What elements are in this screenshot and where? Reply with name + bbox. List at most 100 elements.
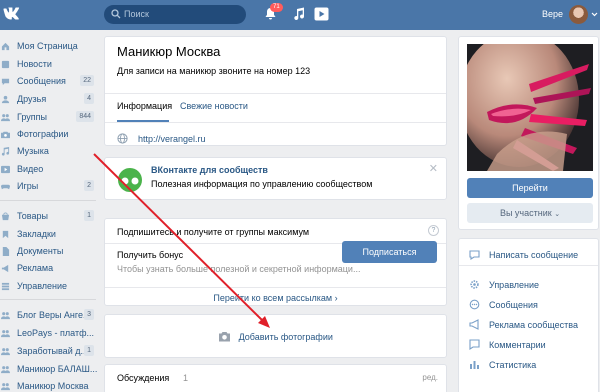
document-icon bbox=[2, 247, 10, 256]
sidebar-item[interactable]: Блог Веры Анге... 3 bbox=[0, 307, 98, 324]
add-photos-label: Добавить фотографии bbox=[238, 332, 333, 342]
user-name[interactable]: Вере bbox=[542, 9, 563, 19]
divider bbox=[105, 287, 446, 288]
sidebar-item-count: 3 bbox=[84, 309, 94, 320]
video-play-icon[interactable] bbox=[314, 7, 329, 21]
notifications-badge: 71 bbox=[270, 3, 283, 12]
discussions-count: 1 bbox=[183, 373, 189, 383]
menu-item[interactable]: Сообщения bbox=[469, 297, 599, 315]
help-icon[interactable]: ? bbox=[428, 225, 439, 236]
add-photos-button[interactable]: Добавить фотографии bbox=[105, 331, 446, 342]
sidebar-item[interactable]: Группы 844 bbox=[0, 109, 98, 126]
search-input[interactable]: Поиск bbox=[104, 5, 246, 24]
ads-icon bbox=[1, 264, 9, 273]
menu-item[interactable]: Реклама сообщества bbox=[469, 317, 599, 335]
subscribe-heading: Подпишитесь и получите от группы максиму… bbox=[117, 227, 310, 237]
chevron-right-icon: › bbox=[334, 293, 338, 303]
sidebar-item-count: 2 bbox=[84, 180, 94, 191]
promo-title[interactable]: ВКонтакте для сообществ bbox=[151, 165, 268, 175]
group-icon bbox=[1, 366, 10, 374]
sidebar-item-label: Группы bbox=[17, 112, 47, 122]
discussions-card: Обсуждения 1 ред. bbox=[104, 364, 447, 392]
tab-info[interactable]: Информация bbox=[117, 101, 172, 111]
all-mailings-link[interactable]: Перейти ко всем рассылкам › bbox=[105, 293, 446, 303]
sidebar-item-count: 1 bbox=[84, 210, 94, 221]
website-link[interactable]: http://verangel.ru bbox=[138, 134, 206, 144]
menu-item-label: Управление bbox=[489, 280, 540, 290]
sidebar-item-count: 22 bbox=[80, 75, 94, 86]
group-cover-image[interactable] bbox=[467, 44, 593, 171]
promo-text: Полезная информация по управлению сообще… bbox=[151, 179, 373, 189]
sidebar-item-label: Игры bbox=[17, 181, 39, 191]
menu-item[interactable]: Комментарии bbox=[469, 337, 599, 355]
all-mailings-label: Перейти ко всем рассылкам bbox=[213, 293, 333, 303]
divider bbox=[105, 93, 446, 94]
go-button[interactable]: Перейти bbox=[467, 178, 593, 198]
bonus-text: Чтобы узнать больше полезной и секретной… bbox=[117, 264, 361, 274]
subscribe-button[interactable]: Подписаться bbox=[342, 241, 437, 263]
globe-icon bbox=[117, 133, 128, 144]
megaphone-icon bbox=[469, 319, 479, 330]
video-icon bbox=[1, 165, 10, 174]
group-actions-card: Написать сообщение Управление Сообщения Рек… bbox=[458, 238, 599, 392]
sidebar-item[interactable]: LeoPays - платф... bbox=[0, 325, 98, 342]
sidebar-item-label: Маникюр БАЛАШ... bbox=[17, 364, 98, 374]
sidebar-item[interactable]: Фотографии bbox=[0, 126, 98, 143]
sidebar-item-label: Сообщения bbox=[17, 76, 66, 86]
search-icon bbox=[111, 9, 121, 19]
sidebar-item-label: LeoPays - платф... bbox=[17, 328, 94, 338]
discussions-title[interactable]: Обсуждения bbox=[117, 373, 169, 383]
sidebar-item[interactable]: Документы bbox=[0, 243, 98, 260]
chevron-down-icon[interactable] bbox=[591, 12, 598, 17]
sidebar-item[interactable]: Маникюр Москва bbox=[0, 378, 98, 392]
music-note-icon[interactable] bbox=[293, 7, 305, 21]
menu-item[interactable]: Управление bbox=[469, 277, 599, 295]
sidebar-item[interactable]: Игры 2 bbox=[0, 178, 98, 195]
sidebar-item-label: Фотографии bbox=[17, 129, 69, 139]
sidebar-item-label: Блог Веры Анге... bbox=[17, 310, 91, 320]
divider bbox=[105, 122, 446, 123]
sidebar-item-label: Реклама bbox=[17, 263, 54, 273]
promo-card: ВКонтакте для сообществ Полезная информа… bbox=[104, 157, 447, 200]
menu-item[interactable]: Статистика bbox=[469, 357, 599, 375]
avatar[interactable] bbox=[569, 5, 588, 24]
sidebar-item-label: Новости bbox=[17, 59, 52, 69]
sidebar-item-count: 844 bbox=[76, 111, 94, 122]
sidebar-item-label: Музыка bbox=[17, 146, 49, 156]
sidebar-item[interactable]: Реклама bbox=[0, 260, 98, 277]
sidebar-item[interactable]: Друзья 4 bbox=[0, 91, 98, 108]
music-icon bbox=[1, 147, 10, 156]
sidebar-item[interactable]: Видео bbox=[0, 161, 98, 178]
sidebar-item[interactable]: Управление bbox=[0, 278, 98, 295]
menu-item-label: Статистика bbox=[489, 360, 537, 370]
tab-news[interactable]: Свежие новости bbox=[180, 101, 248, 111]
member-dropdown-button[interactable]: Вы участник ⌄ bbox=[467, 203, 593, 223]
camera-icon bbox=[1, 131, 10, 139]
sidebar-item-label: Друзья bbox=[17, 94, 47, 104]
menu-item-label: Сообщения bbox=[489, 300, 538, 310]
sidebar-item[interactable]: Музыка bbox=[0, 143, 98, 160]
sidebar-item-count: 1 bbox=[84, 345, 94, 356]
sidebar-item[interactable]: Закладки bbox=[0, 226, 98, 243]
vk-logo-icon[interactable] bbox=[2, 4, 20, 22]
sidebar-item[interactable]: Сообщения 22 bbox=[0, 73, 98, 90]
chevron-down-icon: ⌄ bbox=[554, 211, 561, 218]
home-icon bbox=[1, 42, 10, 51]
sidebar-item[interactable]: Моя Страница bbox=[0, 38, 98, 55]
menu-item[interactable]: Написать сообщение bbox=[469, 247, 599, 265]
sidebar-item[interactable]: Маникюр БАЛАШ... bbox=[0, 361, 98, 378]
groups-icon bbox=[1, 114, 10, 122]
group-icon bbox=[1, 330, 10, 338]
menu-item-label: Комментарии bbox=[489, 340, 546, 350]
sidebar-item[interactable]: Новости bbox=[0, 56, 98, 73]
sidebar-item[interactable]: Товары 1 bbox=[0, 208, 98, 225]
close-icon[interactable]: ✕ bbox=[429, 162, 438, 175]
sidebar-item-label: Документы bbox=[17, 246, 64, 256]
sidebar-item[interactable]: Заработывай д... 1 bbox=[0, 343, 98, 360]
sidebar-divider bbox=[0, 299, 96, 300]
vk-communities-icon bbox=[118, 168, 142, 192]
group-icon bbox=[1, 312, 10, 320]
comment-icon bbox=[469, 339, 480, 350]
sidebar-item-label: Видео bbox=[17, 164, 44, 174]
discussions-edit-link[interactable]: ред. bbox=[422, 373, 438, 382]
